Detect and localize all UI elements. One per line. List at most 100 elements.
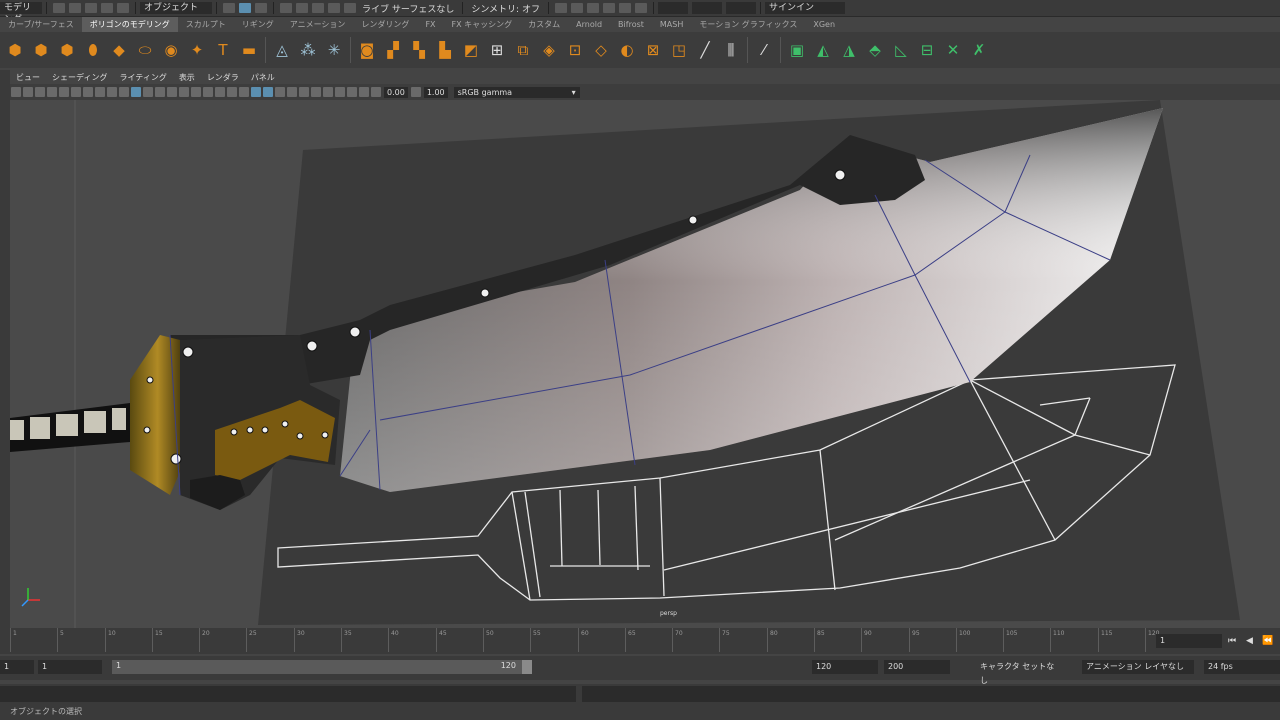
gamma-icon[interactable] <box>410 87 421 97</box>
locator-icon[interactable] <box>359 87 369 97</box>
bookmark-icon[interactable] <box>35 87 45 97</box>
unfold-icon[interactable]: ⁄ <box>753 39 775 61</box>
resolution-gate-icon[interactable] <box>107 87 117 97</box>
step-back-key-icon[interactable]: ⏪ <box>1262 636 1273 646</box>
shelf-tab[interactable]: レンダリング <box>353 17 417 32</box>
backface-cull-icon[interactable] <box>287 87 297 97</box>
target-weld-icon[interactable]: ◈ <box>538 39 560 61</box>
shelf-tab[interactable]: MASH <box>652 17 691 32</box>
xray-joints-icon[interactable] <box>275 87 285 97</box>
panel-menu-item[interactable]: ライティング <box>113 72 172 83</box>
selection-mode-dropdown[interactable]: オブジェクト <box>140 2 212 14</box>
component-mode-icon[interactable] <box>255 3 267 13</box>
xray-icon[interactable] <box>263 87 273 97</box>
grease-pencil-icon[interactable] <box>59 87 69 97</box>
sphere-icon[interactable]: ⬢ <box>4 39 26 61</box>
shelf-tab[interactable]: モーション グラフィックス <box>691 17 805 32</box>
anim-end-field[interactable]: 200 <box>884 660 950 674</box>
isolate-select-icon[interactable] <box>251 87 261 97</box>
hypershade-icon[interactable] <box>602 3 615 13</box>
menu-set-dropdown[interactable]: モデリング <box>0 2 42 25</box>
film-gate-icon[interactable] <box>95 87 105 97</box>
multi-cut-icon[interactable]: ⧉ <box>512 39 534 61</box>
time-slider[interactable]: 1 5 10 15 20 25 30 35 40 45 50 55 60 65 70 75 80 85 90 95 10… <box>0 628 1280 654</box>
shelf-tab[interactable]: XGen <box>805 17 843 32</box>
joint-icon[interactable] <box>335 87 345 97</box>
snap-curve-icon[interactable] <box>296 3 308 13</box>
shelf-tab[interactable]: スカルプト <box>178 17 234 32</box>
triangulate-icon[interactable]: ◺ <box>890 39 912 61</box>
render-settings-icon[interactable] <box>586 3 599 13</box>
new-scene-icon[interactable] <box>53 3 65 13</box>
arnold-icon[interactable] <box>634 3 647 13</box>
type-icon[interactable]: T <box>212 39 234 61</box>
default-lighting-icon[interactable] <box>155 87 165 97</box>
wireframe-icon[interactable] <box>131 87 141 97</box>
fill-hole-icon[interactable]: ⊞ <box>486 39 508 61</box>
shelf-tab[interactable]: FX キャッシング <box>444 17 521 32</box>
cleanup-icon[interactable]: ⬘ <box>864 39 886 61</box>
platonic-icon[interactable]: ◉ <box>160 39 182 61</box>
textured-icon[interactable] <box>167 87 177 97</box>
smooth-icon[interactable]: ✳ <box>323 39 345 61</box>
extrude-icon[interactable]: ▚ <box>408 39 430 61</box>
panel-menu-item[interactable]: シェーディング <box>46 72 113 83</box>
torus-icon[interactable]: ⬭ <box>134 39 156 61</box>
camera-attributes-icon[interactable] <box>23 87 33 97</box>
character-set-dropdown[interactable]: キャラクタ セットなし <box>976 660 1066 685</box>
super-shape-icon[interactable]: ✦ <box>186 39 208 61</box>
gamma-field[interactable]: 1.00 <box>423 86 448 98</box>
cube-icon[interactable]: ⬢ <box>30 39 52 61</box>
shelf-tab[interactable]: カスタム <box>520 17 568 32</box>
bridge-icon[interactable]: ▙ <box>434 39 456 61</box>
panel-menu-item[interactable]: パネル <box>245 72 281 83</box>
input-field-2[interactable] <box>691 2 722 14</box>
panel-menu-item[interactable]: 表示 <box>173 72 201 83</box>
shelf-tab[interactable]: リギング <box>234 17 282 32</box>
cylinder-icon[interactable]: ⬢ <box>56 39 78 61</box>
gate-mask-icon[interactable] <box>119 87 129 97</box>
connect-icon[interactable]: ⊡ <box>564 39 586 61</box>
quad-draw-icon[interactable]: ◇ <box>590 39 612 61</box>
shadows-icon[interactable] <box>191 87 201 97</box>
grid-icon[interactable] <box>83 87 93 97</box>
normals-icon[interactable]: ▣ <box>786 39 808 61</box>
range-slider[interactable]: 1 120 <box>112 660 532 674</box>
symmetry-dropdown[interactable]: シンメトリ: オフ <box>471 2 540 15</box>
snap-view-icon[interactable] <box>328 3 340 13</box>
motion-blur-icon[interactable] <box>215 87 225 97</box>
ipr-render-icon[interactable] <box>570 3 583 13</box>
viewport-persp[interactable]: persp <box>10 100 1280 628</box>
snap-surface-icon[interactable] <box>344 3 356 13</box>
exposure-field[interactable]: 0.00 <box>384 86 408 98</box>
playback-end-field[interactable]: 120 <box>812 660 878 674</box>
snap-grid-icon[interactable] <box>280 3 292 13</box>
svg-icon[interactable]: ▬ <box>238 39 260 61</box>
current-frame-field[interactable]: 1 <box>1156 634 1222 648</box>
separate-icon[interactable]: ⁂ <box>297 39 319 61</box>
light-icon[interactable] <box>323 87 333 97</box>
bevel-icon[interactable]: ◩ <box>460 39 482 61</box>
reduce-icon[interactable]: ✕ <box>942 39 964 61</box>
go-to-start-icon[interactable]: ⏮ <box>1228 636 1236 646</box>
harden-edge-icon[interactable]: ◮ <box>838 39 860 61</box>
smooth-shade-icon[interactable] <box>143 87 153 97</box>
shelf-tab[interactable]: ポリゴンのモデリング <box>81 17 178 32</box>
snap-point-icon[interactable] <box>312 3 324 13</box>
fps-dropdown[interactable]: 24 fps <box>1204 660 1280 674</box>
save-scene-icon[interactable] <box>85 3 97 13</box>
ambient-occlusion-icon[interactable] <box>203 87 213 97</box>
curve-icon[interactable] <box>347 87 357 97</box>
shelf-tab[interactable]: カーブ/サーフェス <box>0 17 82 32</box>
shelf-tab[interactable]: FX <box>417 17 443 32</box>
use-lights-icon[interactable] <box>179 87 189 97</box>
input-field-3[interactable] <box>725 2 756 14</box>
combine-icon[interactable]: ◬ <box>271 39 293 61</box>
select-camera-icon[interactable] <box>11 87 21 97</box>
open-scene-icon[interactable] <box>69 3 81 13</box>
cut-uv-icon[interactable]: ╱ <box>694 39 716 61</box>
redo-icon[interactable] <box>117 3 129 13</box>
step-back-icon[interactable]: ◀ <box>1246 636 1253 646</box>
quadrangulate-icon[interactable]: ⊟ <box>916 39 938 61</box>
boolean-icon[interactable]: ◙ <box>356 39 378 61</box>
